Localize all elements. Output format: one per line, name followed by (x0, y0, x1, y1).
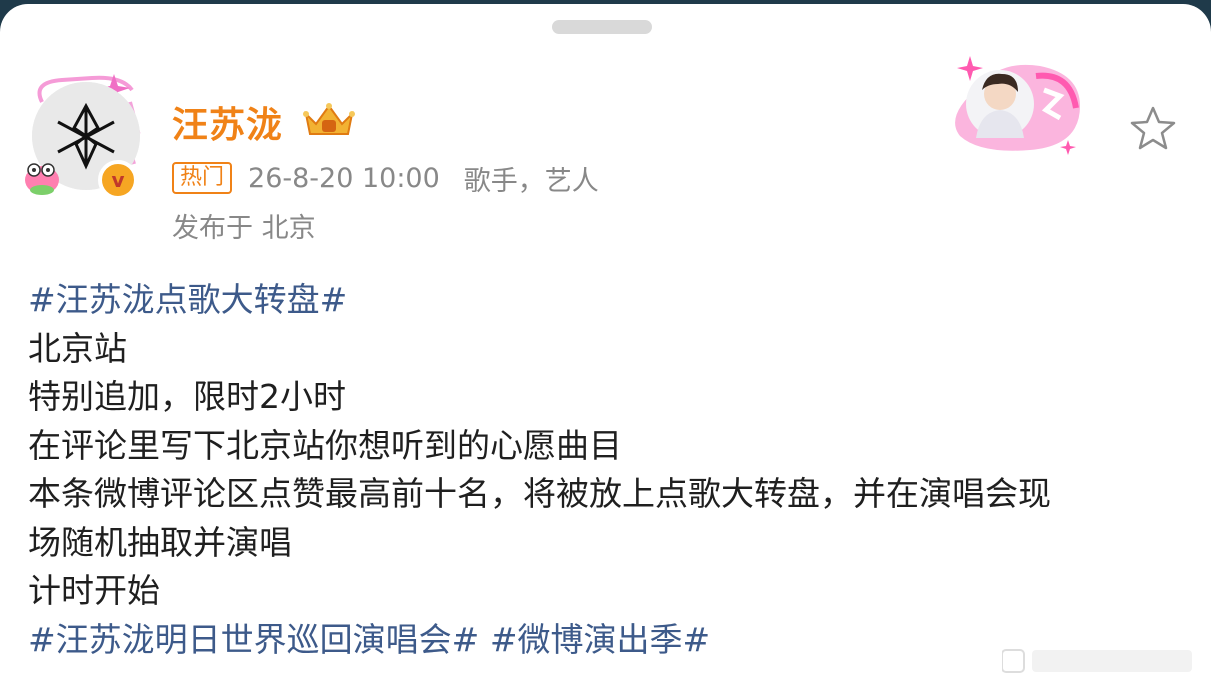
post-content: #汪苏泷点歌大转盘# 北京站 特别追加，限时2小时 在评论里写下北京站你想听到的… (28, 276, 1188, 664)
hot-tag[interactable]: 热门 (172, 162, 233, 194)
topic-link[interactable]: #汪苏泷明日世界巡回演唱会# (28, 620, 479, 659)
post-sheet: v 汪苏泷 热门 26-8-20 10:00 歌手，艺人 发布于 北京 #汪苏泷… (0, 4, 1211, 687)
post-line: 在评论里写下北京站你想听到的心愿曲目 (28, 425, 622, 465)
drag-handle[interactable] (552, 20, 652, 34)
topic-link[interactable]: #汪苏泷点歌大转盘# (28, 276, 1188, 325)
post-line: 特别追加，限时2小时 (28, 377, 346, 416)
sticker-card[interactable] (940, 46, 1090, 168)
author-description: 歌手，艺人 (463, 165, 599, 197)
verified-v-icon: v (98, 160, 138, 200)
post-line: 本条微博评论区点赞最高前十名，将被放上点歌大转盘，并在演唱会现 (28, 474, 1051, 513)
topic-link[interactable]: #微博演出季# (490, 620, 710, 659)
avatar-frame[interactable]: v (22, 72, 146, 202)
post-meta: 热门 26-8-20 10:00 歌手，艺人 (172, 160, 599, 197)
post-line: 计时开始 (28, 571, 160, 610)
star-icon[interactable] (1128, 104, 1178, 154)
post-line: 北京站 (28, 328, 127, 368)
post-location: 发布于 北京 (172, 213, 316, 244)
username[interactable]: 汪苏泷 (172, 96, 283, 148)
frog-sticker-icon (25, 163, 59, 195)
post-line: 场随机抽取并演唱 (28, 522, 292, 562)
crown-badge-icon[interactable] (302, 100, 356, 140)
watermark-icon (1002, 649, 1192, 673)
post-time: 26-8-20 10:00 (248, 162, 440, 194)
